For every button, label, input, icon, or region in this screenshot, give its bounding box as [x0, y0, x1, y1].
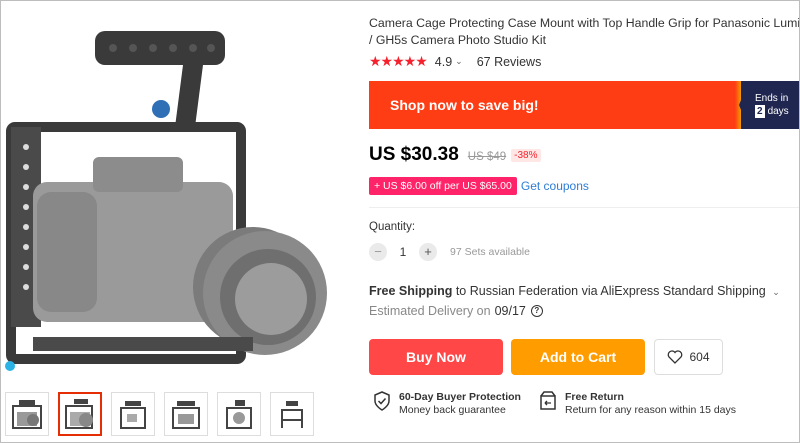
- product-title: Camera Cage Protecting Case Mount with T…: [369, 15, 800, 49]
- countdown-badge: Ends in 2 days: [741, 81, 799, 129]
- camera-thumbnail-icon: [120, 401, 146, 429]
- camera-thumbnail-icon: [65, 399, 93, 429]
- coupon-row: + US $6.00 off per US $65.00 Get coupons: [369, 177, 589, 195]
- quantity-label: Quantity:: [369, 221, 416, 233]
- rating-row: ★★★★★ 4.9 ⌄ 67 Reviews: [369, 53, 541, 70]
- free-return: Free Return Return for any reason within…: [539, 391, 736, 417]
- coupon-badge: + US $6.00 off per US $65.00: [369, 177, 517, 195]
- heart-icon: [668, 350, 683, 364]
- promo-banner[interactable]: Shop now to save big! Ends in 2 days: [369, 81, 799, 129]
- product-main-image[interactable]: [3, 17, 343, 377]
- quantity-decrease-button[interactable]: −: [369, 243, 387, 261]
- promo-banner-text: Shop now to save big!: [390, 97, 539, 113]
- camera-cage-illustration: [6, 31, 327, 364]
- thumbnail-1[interactable]: [5, 392, 49, 436]
- product-title-line2: / GH5s Camera Photo Studio Kit: [369, 33, 547, 47]
- add-to-cart-button[interactable]: Add to Cart: [511, 339, 645, 375]
- camera-thumbnail-icon: [12, 400, 42, 429]
- thumbnail-6[interactable]: [270, 392, 314, 436]
- product-title-line1: Camera Cage Protecting Case Mount with T…: [369, 16, 800, 30]
- discount-badge: -38%: [511, 149, 541, 162]
- image-badge-icon: [5, 361, 15, 371]
- camera-thumbnail-icon: [172, 401, 200, 429]
- get-coupons-link[interactable]: Get coupons: [521, 179, 589, 193]
- wishlist-button[interactable]: 604: [654, 339, 723, 375]
- free-return-subtitle: Return for any reason within 15 days: [565, 404, 737, 416]
- product-info: Camera Cage Protecting Case Mount with T…: [369, 1, 800, 442]
- thumbnail-2[interactable]: [58, 392, 102, 436]
- shipping-info[interactable]: Free Shipping to Russian Federation via …: [369, 284, 780, 298]
- buyer-protection: 60-Day Buyer Protection Money back guara…: [373, 391, 521, 417]
- countdown-days-label: days: [767, 106, 789, 117]
- quantity-input[interactable]: 1: [387, 245, 419, 259]
- original-price: US $49: [467, 151, 507, 163]
- rating-value[interactable]: 4.9: [435, 55, 452, 69]
- product-page: Camera Cage Protecting Case Mount with T…: [0, 0, 800, 443]
- camera-thumbnail-icon: [281, 401, 303, 428]
- buyer-protection-subtitle: Money back guarantee: [399, 404, 506, 416]
- chevron-down-icon[interactable]: ⌄: [455, 56, 463, 67]
- stock-available: 97 Sets available: [450, 246, 530, 258]
- delivery-estimate: Estimated Delivery on 09/17 ?: [369, 304, 543, 318]
- countdown-days-number: 2: [755, 105, 765, 118]
- quantity-increase-button[interactable]: +: [419, 243, 437, 261]
- buy-now-button[interactable]: Buy Now: [369, 339, 503, 375]
- help-icon[interactable]: ?: [530, 305, 543, 317]
- buyer-protection-title: 60-Day Buyer Protection: [399, 391, 521, 403]
- chevron-down-icon[interactable]: ⌄: [772, 287, 780, 297]
- star-rating-icon: ★★★★★: [369, 53, 428, 69]
- thumbnail-strip: [5, 392, 314, 436]
- thumbnail-3[interactable]: [111, 392, 155, 436]
- thumbnail-4[interactable]: [164, 392, 208, 436]
- countdown-value: 2 days: [755, 105, 799, 118]
- free-shipping-label: Free Shipping: [369, 284, 453, 298]
- return-box-icon: [540, 391, 556, 410]
- free-return-title: Free Return: [565, 391, 624, 403]
- shield-check-icon: [374, 391, 390, 411]
- camera-thumbnail-icon: [226, 400, 252, 429]
- delivery-label: Estimated Delivery on: [369, 304, 491, 318]
- countdown-label: Ends in: [755, 93, 789, 104]
- current-price: US $30.38: [369, 144, 459, 165]
- reviews-link[interactable]: 67 Reviews: [477, 55, 542, 69]
- wishlist-count: 604: [689, 350, 710, 364]
- price-row: US $30.38 US $49 -38%: [369, 144, 541, 166]
- thumbnail-5[interactable]: [217, 392, 261, 436]
- quantity-stepper: − 1 + 97 Sets available: [369, 243, 530, 261]
- divider: [369, 207, 799, 208]
- shipping-details: to Russian Federation via AliExpress Sta…: [455, 284, 766, 298]
- delivery-date: 09/17: [494, 304, 526, 318]
